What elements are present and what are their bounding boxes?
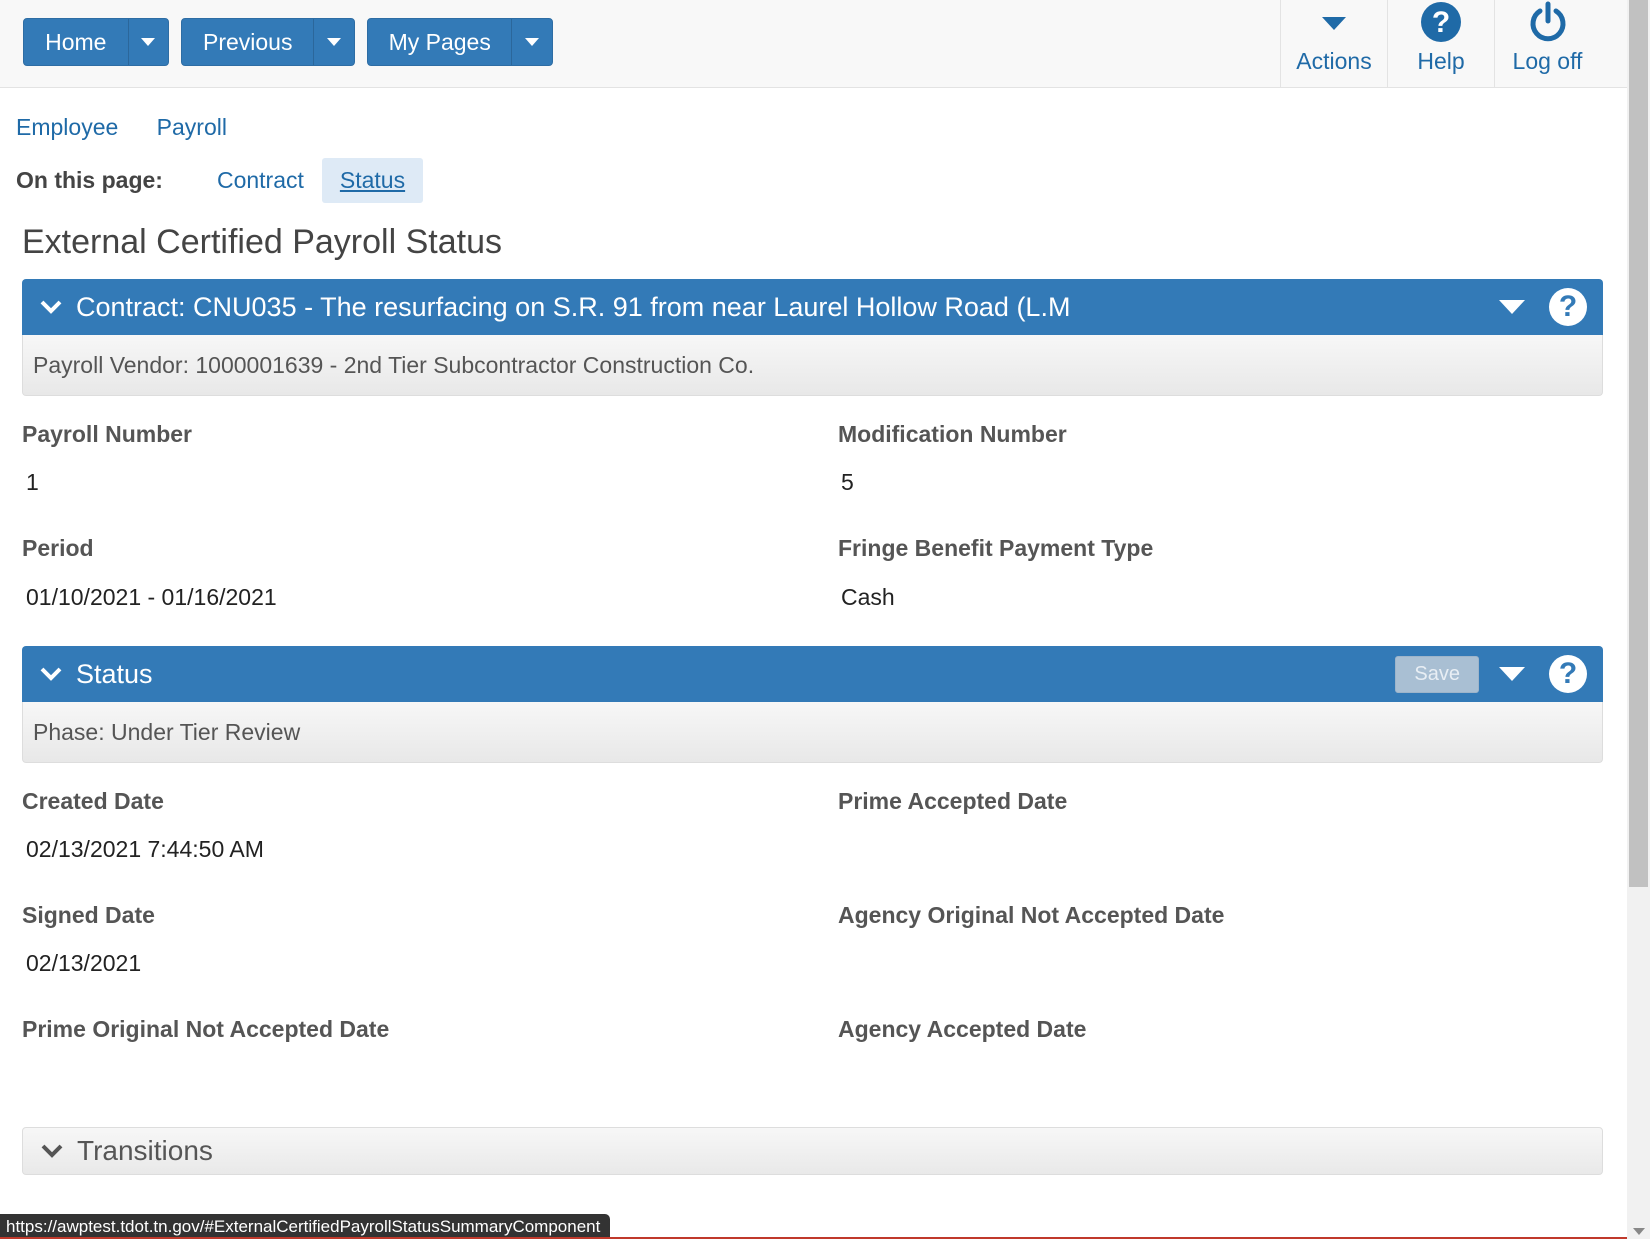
help-icon[interactable]: ? <box>1549 288 1587 326</box>
modification-number-label: Modification Number <box>838 421 1067 447</box>
transitions-panel-header[interactable]: Transitions <box>22 1127 1603 1175</box>
fringe-benefit-label: Fringe Benefit Payment Type <box>838 535 1154 561</box>
fringe-benefit-value: Cash <box>841 584 895 610</box>
payroll-number-label: Payroll Number <box>22 421 192 447</box>
caret-down-icon <box>1320 0 1348 44</box>
caret-down-icon <box>327 38 342 46</box>
period-label: Period <box>22 535 94 561</box>
status-panel-title: Status <box>76 658 153 689</box>
phase-text: Phase: Under Tier Review <box>33 718 301 745</box>
chevron-down-icon[interactable] <box>39 1138 65 1164</box>
previous-button[interactable]: Previous <box>182 19 313 65</box>
help-icon[interactable]: ? <box>1549 655 1587 693</box>
payroll-vendor-text: Payroll Vendor: 1000001639 - 2nd Tier Su… <box>33 351 755 378</box>
contract-panel-header[interactable]: Contract: CNU035 - The resurfacing on S.… <box>22 279 1603 335</box>
agency-accepted-date-label: Agency Accepted Date <box>838 1016 1087 1042</box>
contract-panel-title: Contract: CNU035 - The resurfacing on S.… <box>76 291 1071 322</box>
modification-number-value: 5 <box>841 469 854 495</box>
home-button[interactable]: Home <box>24 19 128 65</box>
contract-panel-subtitle: Payroll Vendor: 1000001639 - 2nd Tier Su… <box>22 335 1603 396</box>
breadcrumb-payroll[interactable]: Payroll <box>157 114 227 140</box>
status-panel-actions: Save ? <box>1395 646 1587 702</box>
on-this-page-nav: On this page: Contract Status <box>16 158 424 203</box>
payroll-number-value: 1 <box>26 469 39 495</box>
power-icon <box>1527 0 1569 44</box>
browser-status-bar: https://awptest.tdot.tn.gov/#ExternalCer… <box>0 1214 611 1239</box>
actions-label: Actions <box>1296 48 1372 74</box>
breadcrumb-employee[interactable]: Employee <box>16 114 118 140</box>
home-dropdown-toggle[interactable] <box>127 19 168 65</box>
save-button[interactable]: Save <box>1395 655 1479 693</box>
chevron-down-icon[interactable] <box>38 294 64 320</box>
my-pages-button[interactable]: My Pages <box>368 19 511 65</box>
signed-date-label: Signed Date <box>22 902 155 928</box>
vertical-scrollbar[interactable] <box>1627 0 1650 1239</box>
help-icon: ? <box>1420 0 1462 44</box>
status-bar-url: https://awptest.tdot.tn.gov/#ExternalCer… <box>6 1216 601 1236</box>
on-this-page-label: On this page: <box>16 167 163 193</box>
previous-button-group: Previous <box>181 18 355 66</box>
contract-panel-actions: ? <box>1499 279 1587 335</box>
my-pages-button-group: My Pages <box>367 18 553 66</box>
home-button-group: Home <box>23 18 169 66</box>
top-navigation-bar: Home Previous My Pages Actions ? Help Lo… <box>0 0 1627 88</box>
actions-menu[interactable]: Actions <box>1280 0 1387 87</box>
help-link[interactable]: ? Help <box>1387 0 1494 87</box>
on-this-page-contract[interactable]: Contract <box>199 158 322 203</box>
caret-down-icon[interactable] <box>1499 667 1525 681</box>
period-value: 01/10/2021 - 01/16/2021 <box>26 584 277 610</box>
my-pages-dropdown-toggle[interactable] <box>511 19 552 65</box>
status-panel-header[interactable]: Status Save ? <box>22 646 1603 702</box>
scrollbar-thumb[interactable] <box>1629 0 1648 887</box>
created-date-value: 02/13/2021 7:44:50 AM <box>26 836 264 862</box>
on-this-page-status[interactable]: Status <box>321 158 424 203</box>
logoff-label: Log off <box>1512 48 1583 74</box>
prime-accepted-date-label: Prime Accepted Date <box>838 788 1068 814</box>
logoff-link[interactable]: Log off <box>1494 0 1600 87</box>
prime-original-not-accepted-label: Prime Original Not Accepted Date <box>22 1016 390 1042</box>
caret-down-icon <box>525 38 540 46</box>
help-label: Help <box>1417 48 1465 74</box>
caret-down-icon <box>141 38 156 46</box>
signed-date-value: 02/13/2021 <box>26 950 142 976</box>
svg-text:?: ? <box>1432 6 1450 39</box>
status-panel-subtitle: Phase: Under Tier Review <box>22 702 1603 763</box>
caret-down-icon[interactable] <box>1499 300 1525 314</box>
page-title: External Certified Payroll Status <box>22 223 502 261</box>
scroll-down-arrow-icon[interactable] <box>1633 1228 1645 1235</box>
chevron-down-icon[interactable] <box>38 661 64 687</box>
breadcrumb: Employee Payroll <box>16 114 259 141</box>
previous-dropdown-toggle[interactable] <box>313 19 354 65</box>
created-date-label: Created Date <box>22 788 164 814</box>
transitions-panel-title: Transitions <box>77 1135 213 1166</box>
agency-original-not-accepted-label: Agency Original Not Accepted Date <box>838 902 1225 928</box>
